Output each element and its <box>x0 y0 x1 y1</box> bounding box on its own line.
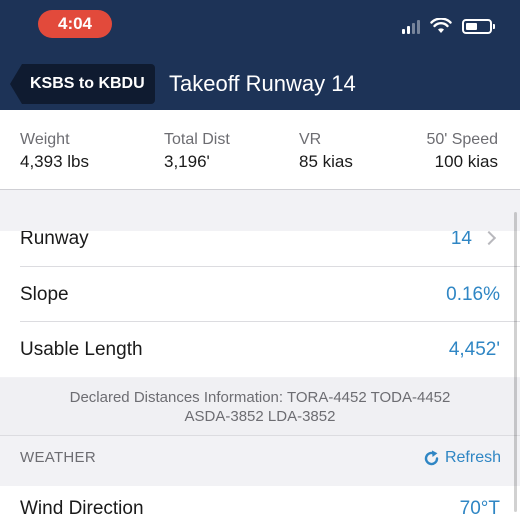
summary-50ft-speed-label: 50' Speed <box>426 131 498 148</box>
refresh-label: Refresh <box>444 449 501 466</box>
runway-label: Runway <box>20 231 89 249</box>
slope-row: Slope 0.16% <box>0 267 520 322</box>
summary-vr: VR 85 kias <box>299 130 353 173</box>
runway-value: 14 <box>450 231 472 249</box>
declared-distances-line-2: ASDA-3852 LDA-3852 <box>184 408 336 425</box>
wind-direction-value: 70°T <box>459 498 500 519</box>
weather-section-header: WEATHER Refresh <box>0 437 520 479</box>
summary-total-distance: Total Dist 3,196' <box>164 130 230 173</box>
back-button-label: KSBS to KBDU <box>22 64 155 104</box>
section-spacer <box>0 191 520 236</box>
summary-weight-value: 4,393 lbs <box>20 152 89 171</box>
declared-distances-info: Declared Distances Information: TORA-445… <box>0 378 520 436</box>
weather-section-title: WEATHER <box>20 449 96 466</box>
cellular-signal-icon <box>402 18 420 34</box>
performance-summary: Weight 4,393 lbs Total Dist 3,196' VR 85… <box>0 110 520 190</box>
summary-total-distance-label: Total Dist <box>164 131 230 148</box>
summary-total-distance-value: 3,196' <box>164 152 210 171</box>
slope-value: 0.16% <box>446 284 500 305</box>
usable-length-label: Usable Length <box>20 339 143 360</box>
wind-direction-label: Wind Direction <box>20 498 144 519</box>
declared-distances-line-1: Declared Distances Information: TORA-445… <box>69 389 451 406</box>
back-button[interactable]: KSBS to KBDU <box>10 64 155 104</box>
summary-weight: Weight 4,393 lbs <box>20 130 89 173</box>
summary-vr-label: VR <box>299 131 322 148</box>
scrollbar[interactable] <box>514 212 517 512</box>
page-title: Takeoff Runway 14 <box>169 71 356 96</box>
usable-length-row: Usable Length 4,452' <box>0 322 520 377</box>
summary-vr-value: 85 kias <box>299 152 353 171</box>
usable-length-value: 4,452' <box>448 339 500 360</box>
summary-50ft-speed: 50' Speed 100 kias <box>426 130 498 173</box>
status-icons <box>402 16 495 36</box>
wind-direction-row[interactable]: Wind Direction 70°T <box>0 486 520 520</box>
refresh-button[interactable]: Refresh <box>423 448 501 468</box>
battery-icon <box>462 18 495 34</box>
summary-50ft-speed-value: 100 kias <box>434 152 498 171</box>
refresh-icon <box>424 449 439 465</box>
navigation-bar: 4:04 KSBS to KBDU Takeoff Runway 14 <box>0 0 520 110</box>
back-arrow-icon <box>10 64 22 104</box>
slope-label: Slope <box>20 284 69 305</box>
runway-row[interactable]: Runway 14 <box>0 231 520 267</box>
chevron-right-icon <box>481 231 497 246</box>
status-time: 4:04 <box>38 10 112 38</box>
summary-weight-label: Weight <box>20 131 70 148</box>
wifi-icon <box>430 18 452 33</box>
